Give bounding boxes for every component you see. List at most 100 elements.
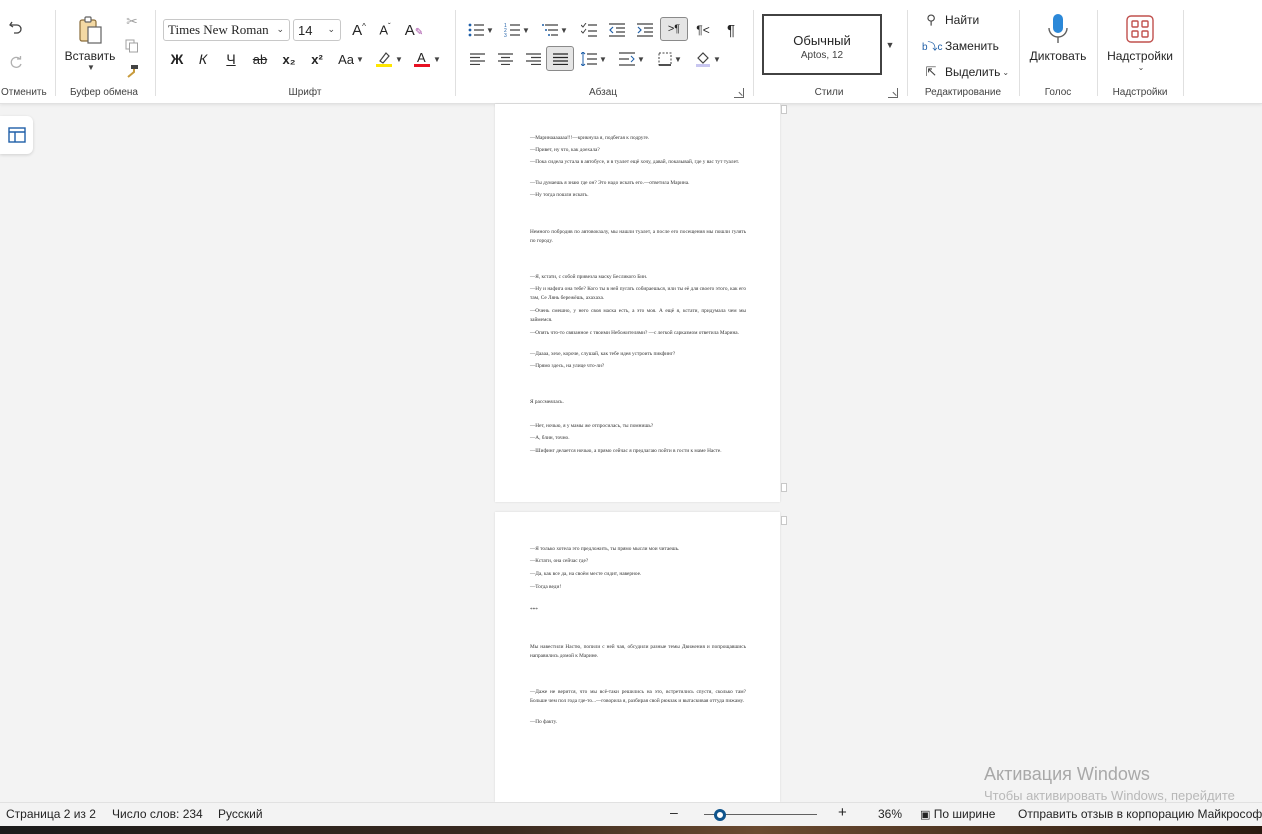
paragraph[interactable]: Я рассмеялась. [530,398,746,407]
paragraph[interactable]: —Опять что-то связанное с твоими Небожит… [530,329,746,338]
show-marks-button[interactable]: ¶ [720,19,742,41]
paragraph[interactable]: —А, блин, точно. [530,434,746,443]
svg-text:A: A [417,50,426,65]
page-counter[interactable]: Страница 2 из 2 [6,807,96,821]
paste-button[interactable]: Вставить ▼ [62,10,118,76]
paragraph[interactable]: —Тогда веди! [530,583,746,592]
paragraph[interactable]: Мы навестили Настю, попили с ней чая, об… [530,643,746,661]
font-name-select[interactable]: Times New Roman ⌄ [163,19,290,41]
font-name-value: Times New Roman [168,22,269,37]
zoom-in-button[interactable]: + [838,804,847,821]
fit-width-button[interactable]: ▣ По ширине [920,807,995,821]
paragraph[interactable]: —Шифинг делается ночью, а прямо сейчас я… [530,447,746,456]
chevron-down-icon: ▼ [87,62,95,72]
paragraph[interactable]: —Кстати, она сейчас где? [530,557,746,566]
bullet-list-icon [468,23,485,37]
zoom-level[interactable]: 36% [878,807,902,821]
paragraph[interactable]: —Маринааааааа!!!—крикнула я, подбегая к … [530,134,746,143]
word-count[interactable]: Число слов: 234 [112,807,203,821]
separator [155,10,156,96]
highlight-button[interactable]: ▼ [372,48,406,70]
paragraph[interactable]: —Пока сидела устала в автобусе, и в туал… [530,158,746,167]
shading-button[interactable]: ▼ [692,48,724,70]
align-left-button[interactable] [466,48,488,70]
activation-watermark-title: Активация Windows [984,764,1150,784]
separator [55,10,56,96]
italic-button[interactable]: К [192,48,214,70]
checklist-button[interactable] [578,19,600,41]
paragraph[interactable]: —Да, как все да, на своём месте сидит, н… [530,570,746,579]
superscript-button[interactable]: x² [306,48,328,70]
bold-button[interactable]: Ж [166,48,188,70]
strikethrough-button[interactable]: ab [248,48,272,70]
multilevel-list-button[interactable]: ▼ [540,19,570,41]
align-center-button[interactable] [494,48,516,70]
paragraph[interactable]: —Даже не верится, что мы всё-таки решили… [530,688,746,706]
zoom-slider-thumb[interactable] [714,809,727,821]
clear-formatting-button[interactable]: A✎ [402,19,426,41]
ltr-button[interactable]: >¶ [660,17,688,41]
bullets-button[interactable]: ▼ [466,19,496,41]
numbering-button[interactable]: 1 2 3 ▼ [502,19,532,41]
zoom-out-button[interactable]: – [670,804,678,820]
undo-group: Отменить [0,0,50,104]
navigation-pane-button[interactable] [0,116,33,154]
paint-bucket-icon [696,52,711,67]
paragraph[interactable]: *** [530,606,746,615]
addins-group-label: Надстройки [1112,87,1168,98]
paragraph[interactable]: —Я, кстати, с собой привезла маску Бесли… [530,273,746,282]
undo-icon [9,21,22,34]
styles-dialog-launcher[interactable] [888,88,898,98]
addins-button[interactable]: Надстройки ⌄ [1102,10,1178,76]
paragraph[interactable]: —Очень смешно, у него своя маска есть, а… [530,307,746,325]
feedback-link[interactable]: Отправить отзыв в корпорацию Майкрософт [1018,807,1262,821]
underline-button[interactable]: Ч [220,48,242,70]
grow-font-button[interactable]: A^ [348,19,370,41]
shrink-font-button[interactable]: Aˇ [374,19,396,41]
paragraph[interactable]: —Я только хотела это предложить, ты прям… [530,545,746,554]
paragraph-dialog-launcher[interactable] [734,88,744,98]
copy-button[interactable] [122,36,142,56]
increase-indent-button[interactable] [634,19,656,41]
cut-button[interactable]: ✂ [122,11,142,31]
pilcrow-icon: ¶ [726,21,736,39]
copy-icon [125,39,138,53]
editing-group-label: Редактирование [924,87,1002,98]
paragraph[interactable]: —По факту. [530,718,746,727]
decrease-indent-icon [609,23,625,37]
paragraph[interactable]: —Привет, ну что, как доехала? [530,146,746,155]
font-color-button[interactable]: A ▼ [410,48,444,70]
document-page[interactable]: —Я только хотела это предложить, ты прям… [495,512,780,802]
voice-group-label: Голос [1044,87,1072,98]
redo-button[interactable] [4,52,28,74]
decrease-indent-button[interactable] [606,19,628,41]
rtl-icon: ¶< [696,23,710,37]
document-page[interactable]: —Маринааааааа!!!—крикнула я, подбегая к … [495,104,780,502]
ltr-icon: >¶ [667,23,681,35]
justify-button[interactable] [546,46,574,71]
line-spacing-button[interactable]: ▼ [578,48,610,70]
page-margin-marker [781,105,787,114]
subscript-button[interactable]: x₂ [278,48,300,70]
borders-button[interactable]: ▼ [654,48,686,70]
font-size-select[interactable]: 14 ⌄ [293,19,341,41]
dictate-button[interactable]: Диктовать [1024,10,1092,66]
paragraph[interactable]: —Даааа, хехе, короче, слушай, как тебе и… [530,350,746,359]
change-case-button[interactable]: Aa ▼ [334,48,368,70]
paragraph[interactable]: —Ну и нафига она тебе? Кого ты в ней пуг… [530,285,746,303]
clipboard-group: Вставить ▼ ✂ Буфер обмена [58,0,150,104]
undo-button[interactable] [4,16,28,38]
format-painter-button[interactable] [122,61,142,81]
styles-group-label: Стили [814,87,844,98]
align-right-button[interactable] [522,48,544,70]
paragraph[interactable]: —Нет, ночью, я у мамы же отпросилась, ты… [530,422,746,431]
paragraph[interactable]: —Прямо здесь, на улице что-ли? [530,362,746,371]
paragraph[interactable]: —Ты думаешь я знаю где он? Это надо иска… [530,179,746,188]
separator [753,10,754,96]
italic-label: К [198,51,208,67]
paragraph[interactable]: Немного побродив по автовокзалу, мы нашл… [530,228,746,246]
language-indicator[interactable]: Русский [218,807,263,821]
paragraph-spacing-button[interactable]: ▼ [616,48,648,70]
paragraph[interactable]: —Ну тогда пошли искать. [530,191,746,200]
rtl-button[interactable]: ¶< [692,19,714,41]
